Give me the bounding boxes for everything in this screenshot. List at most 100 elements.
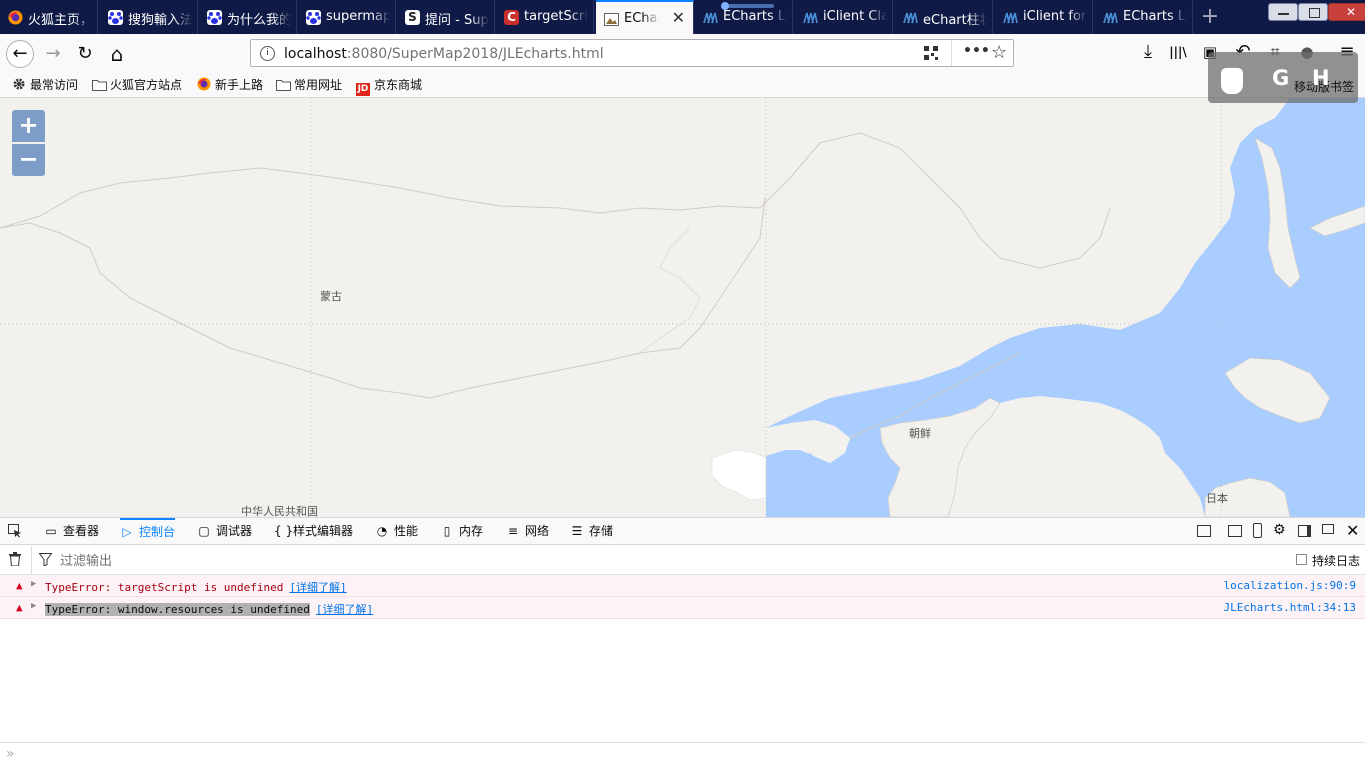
console-icon: ▷ [122, 525, 132, 539]
tab-11[interactable]: iClient for [995, 0, 1093, 34]
page-actions-icon[interactable]: ••• [963, 43, 990, 59]
devtools-tab-label: 网络 [525, 524, 550, 538]
error-text: TypeError: window.resources is undefined [45, 603, 310, 616]
url-bar[interactable]: i localhost:8080/SuperMap2018/JLEcharts.… [250, 39, 1014, 67]
library-icon[interactable]: |||\ [1168, 42, 1188, 62]
devtools-tab-storage[interactable]: ☰ 存储 [570, 518, 613, 545]
shandong-coast [711, 449, 767, 501]
source-location-link[interactable]: JLEcharts.html:34:13 [1224, 601, 1356, 614]
tab-label: ECharts Li [1123, 9, 1187, 24]
persist-logs-checkbox[interactable] [1296, 554, 1307, 565]
tab-7[interactable]: EChart ✕ [596, 0, 694, 34]
separate-window-icon[interactable] [1322, 524, 1334, 534]
bookmark-most-visited[interactable]: 最常访问 [12, 76, 78, 93]
wave-icon [803, 10, 818, 25]
learn-more-link[interactable]: [详细了解] [289, 581, 346, 594]
tab-1[interactable]: 火狐主页， [0, 0, 98, 34]
console-error-row[interactable]: ▲ ▶ TypeError: targetScript is undefined… [0, 575, 1365, 597]
site-info-icon[interactable]: i [260, 46, 275, 61]
tab-3[interactable]: 为什么我的 [199, 0, 297, 34]
expand-arrow-icon[interactable]: ▶ [31, 601, 36, 611]
storage-icon: ☰ [571, 524, 583, 538]
download-icon[interactable]: ⤓ [1138, 42, 1158, 62]
baidu-paw-icon [306, 10, 321, 25]
console-input[interactable]: » [0, 742, 1365, 767]
folder-icon [92, 78, 107, 91]
element-picker-icon[interactable] [8, 524, 22, 538]
home-button[interactable]: ⌂ [103, 40, 131, 68]
window-close-button[interactable]: ✕ [1328, 3, 1365, 21]
bookmark-label: 火狐官方站点 [110, 78, 183, 92]
scratchpad-icon[interactable] [1228, 525, 1242, 537]
dock-side-icon[interactable] [1298, 525, 1311, 537]
devtools-close-icon[interactable]: ✕ [1346, 521, 1359, 540]
wave-icon [903, 10, 918, 25]
console-prompt-icon: » [6, 746, 15, 762]
bookmark-getting-started[interactable]: 新手上路 [197, 76, 263, 93]
filter-icon [38, 553, 53, 567]
bookmark-label: 京东商城 [374, 78, 423, 92]
restore-button[interactable] [1298, 3, 1328, 21]
expand-arrow-icon[interactable]: ▶ [31, 579, 36, 589]
tab-label: EChart [624, 11, 660, 26]
bookmark-firefox-official[interactable]: 火狐官方站点 [92, 76, 182, 93]
gear-icon [12, 77, 26, 90]
map-label-mongolia: 蒙古 [320, 290, 342, 303]
performance-icon: ◔ [376, 524, 388, 538]
tab-9[interactable]: iClient Cla [795, 0, 893, 34]
map-canvas [0, 98, 1365, 517]
tab-4[interactable]: supermap [298, 0, 396, 34]
tab-10[interactable]: eChart柱状 [895, 0, 993, 34]
devtools-tab-performance[interactable]: ◔ 性能 [375, 518, 418, 545]
devtools-tab-inspector[interactable]: ▭ 查看器 [44, 518, 99, 545]
bookmark-jd[interactable]: JD 京东商城 [356, 76, 423, 96]
bookmark-label: 新手上路 [215, 78, 264, 92]
settings-gear-icon[interactable]: ⚙ [1273, 522, 1286, 538]
zoom-out-button[interactable]: − [12, 144, 45, 176]
forward-button[interactable]: → [39, 40, 67, 68]
river-line [639, 227, 701, 354]
devtools-tab-console[interactable]: ▷ 控制台 [120, 518, 176, 547]
back-button[interactable]: ← [6, 40, 34, 68]
map-label-china: 中华人民共和国 [241, 505, 318, 517]
minimize-button[interactable] [1268, 3, 1298, 21]
url-path: :8080/SuperMap2018/JLEcharts.html [346, 46, 604, 62]
tab-12[interactable]: ECharts Li [1095, 0, 1193, 34]
tab-5[interactable]: S 提问 - Sup [397, 0, 495, 34]
trash-icon[interactable] [9, 552, 21, 567]
filter-divider [31, 546, 32, 574]
map-view[interactable]: 蒙古 朝鲜 中华人民共和国 日本 + − [0, 98, 1365, 517]
devtools-tab-network[interactable]: ≡ 网络 [506, 518, 549, 545]
bookmark-common-sites[interactable]: 常用网址 [276, 76, 342, 93]
devtools-tab-style-editor[interactable]: { }样式编辑器 [274, 518, 353, 545]
map-label-japan: 日本 [1206, 492, 1228, 505]
bookmark-star-icon[interactable]: ☆ [991, 42, 1007, 63]
device-icon[interactable] [1253, 523, 1262, 538]
folder-icon [276, 78, 291, 91]
devtools-tab-debugger[interactable]: ▢ 调试器 [197, 518, 252, 545]
tab-strip: 火狐主页， 搜狗輸入法 为什么我的 supermap S 提问 - Sup CtargetS… [0, 0, 1365, 34]
source-location-link[interactable]: localization.js:90:9 [1224, 579, 1356, 592]
tab-label: supermap [326, 9, 390, 24]
new-tab-button[interactable]: + [1198, 4, 1222, 30]
media-progress-knob [721, 2, 729, 10]
filter-input[interactable] [58, 550, 662, 572]
console-error-row[interactable]: ▲ ▶ TypeError: window.resources is undef… [0, 597, 1365, 619]
jd-icon: JD [356, 83, 370, 96]
reload-button[interactable]: ↻ [71, 40, 99, 68]
devtools-tab-label: 样式编辑器 [293, 524, 354, 538]
devtools-tab-memory[interactable]: ▯ 内存 [440, 518, 483, 545]
tab-close-icon[interactable]: ✕ [672, 10, 685, 26]
tab-2[interactable]: 搜狗輸入法 [100, 0, 198, 34]
error-message: TypeError: targetScript is undefined [详细了… [45, 579, 347, 595]
tab-label: ECharts Li [723, 9, 787, 24]
tab-6[interactable]: CtargetScri [496, 0, 594, 34]
responsive-design-icon[interactable] [1197, 525, 1211, 537]
url-text[interactable]: localhost:8080/SuperMap2018/JLEcharts.ht… [284, 46, 604, 62]
devtools-tab-label: 性能 [394, 524, 419, 538]
style-editor-icon: { } [274, 524, 294, 538]
qr-code-icon[interactable] [924, 46, 938, 60]
zoom-in-button[interactable]: + [12, 110, 45, 142]
learn-more-link[interactable]: [详细了解] [316, 603, 373, 616]
mobile-bookmarks-overlay[interactable]: G 移动版书签 H [1208, 52, 1358, 103]
